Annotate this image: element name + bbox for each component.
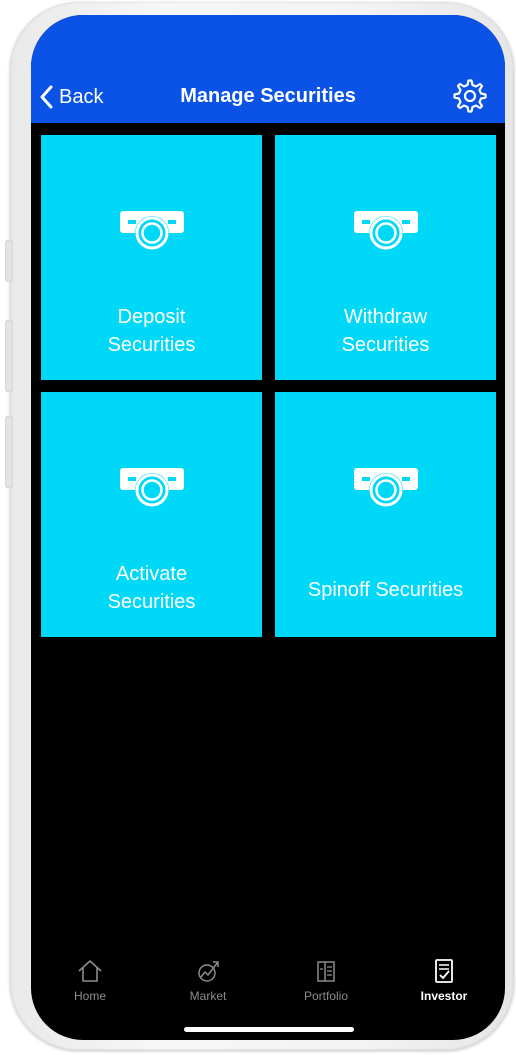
certificate-icon [120,211,184,250]
certificate-icon [120,468,184,507]
withdraw-securities-tile[interactable]: Withdraw Securities [275,135,496,380]
certificate-icon [354,211,418,250]
tile-label: Withdraw Securities [275,303,496,359]
tile-label: Deposit Securities [41,303,262,359]
settings-button[interactable] [453,79,487,113]
navigation-bar: Back Manage Securities [31,15,505,123]
market-chart-icon [198,961,219,982]
mute-switch [5,240,13,282]
page-title: Manage Securities [180,85,356,107]
volume-up-button [5,320,13,392]
gear-icon [453,79,487,113]
tile-label-line1: Activate [115,563,188,585]
spinoff-securities-tile[interactable]: Spinoff Securities [275,392,496,637]
tab-label: Market [189,989,227,1003]
home-indicator[interactable] [184,1027,354,1032]
tile-label-line2: Securities [341,334,430,356]
tile-label-line2: Securities [107,591,196,613]
tab-portfolio[interactable]: Portfolio [267,957,385,1003]
tab-market[interactable]: Market [149,957,267,1003]
tile-label: Spinoff Securities [275,576,496,604]
tile-label-line1: Deposit [117,306,186,328]
activate-securities-tile[interactable]: Activate Securities [41,392,262,637]
volume-down-button [5,416,13,488]
tab-label: Portfolio [303,989,349,1003]
tab-home[interactable]: Home [31,957,149,1003]
tab-label: Home [73,989,106,1003]
portfolio-icon [317,961,335,982]
investor-icon [435,959,453,983]
home-icon [78,960,102,982]
deposit-securities-tile[interactable]: Deposit Securities [41,135,262,380]
tile-label-line1: Spinoff Securities [307,579,464,601]
tab-investor[interactable]: Investor [385,957,503,1003]
app-screen: Back Manage Securities Deposit Securitie… [31,15,505,1040]
certificate-icon [354,468,418,507]
tab-label: Investor [420,989,468,1003]
tile-label: Activate Securities [41,560,262,616]
tile-label-line1: Withdraw [343,306,428,328]
tile-label-line2: Securities [107,334,196,356]
tab-bar: Home Market Portfolio Investor [31,940,505,1040]
